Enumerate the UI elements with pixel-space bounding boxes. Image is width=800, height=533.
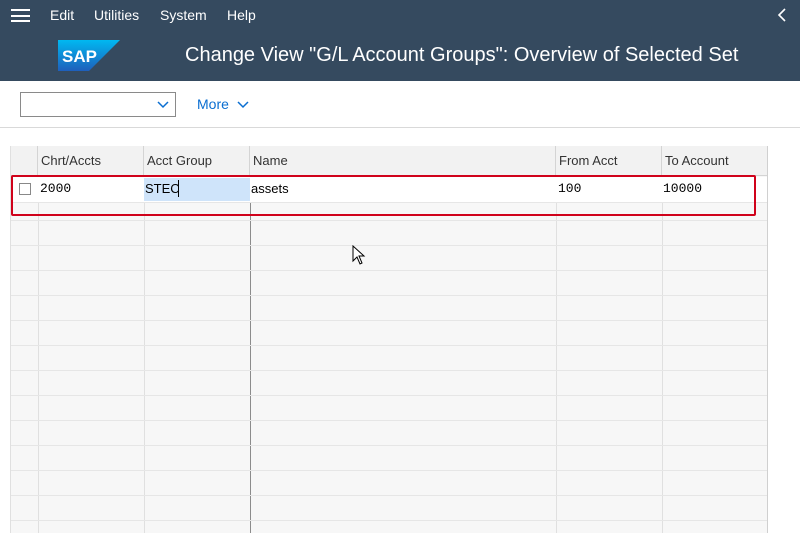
menu-system[interactable]: System: [160, 7, 207, 23]
header-to-account[interactable]: To Account: [662, 146, 767, 176]
menu-help[interactable]: Help: [227, 7, 256, 23]
row-divider: [11, 245, 767, 246]
hamburger-menu-icon[interactable]: [11, 9, 30, 22]
row-divider: [11, 345, 767, 346]
menu-edit[interactable]: Edit: [50, 7, 74, 23]
column-divider: [38, 176, 39, 533]
chevron-left-icon[interactable]: [776, 7, 788, 23]
row-divider: [11, 370, 767, 371]
header-from-acct[interactable]: From Acct: [556, 146, 662, 176]
row-divider: [11, 295, 767, 296]
column-divider: [556, 176, 557, 533]
command-field-dropdown[interactable]: [20, 92, 176, 117]
row-divider: [11, 470, 767, 471]
highlight-annotation: [11, 175, 756, 216]
header-select-all[interactable]: [11, 146, 38, 176]
row-divider: [11, 270, 767, 271]
toolbar: More: [0, 81, 800, 128]
row-divider: [11, 420, 767, 421]
mouse-cursor-icon: [352, 245, 366, 265]
svg-text:SAP: SAP: [62, 47, 97, 66]
menu-utilities[interactable]: Utilities: [94, 7, 139, 23]
chevron-down-icon: [157, 101, 169, 109]
column-divider: [250, 176, 251, 533]
row-divider: [11, 395, 767, 396]
more-button-label: More: [197, 96, 229, 112]
page-title: Change View "G/L Account Groups": Overvi…: [185, 44, 739, 66]
row-divider: [11, 520, 767, 521]
title-bar: SAP Change View "G/L Account Groups": Ov…: [0, 31, 800, 81]
row-divider: [11, 445, 767, 446]
chevron-down-icon: [237, 101, 249, 109]
header-acct-group[interactable]: Acct Group: [144, 146, 250, 176]
header-chrt-accts[interactable]: Chrt/Accts: [38, 146, 144, 176]
header-name[interactable]: Name: [250, 146, 556, 176]
row-divider: [11, 220, 767, 221]
row-divider: [11, 495, 767, 496]
row-divider: [11, 320, 767, 321]
more-button[interactable]: More: [197, 96, 249, 112]
menu-bar: Edit Utilities System Help: [0, 0, 800, 31]
column-divider: [144, 176, 145, 533]
sap-logo: SAP: [58, 40, 120, 71]
column-divider: [662, 176, 663, 533]
